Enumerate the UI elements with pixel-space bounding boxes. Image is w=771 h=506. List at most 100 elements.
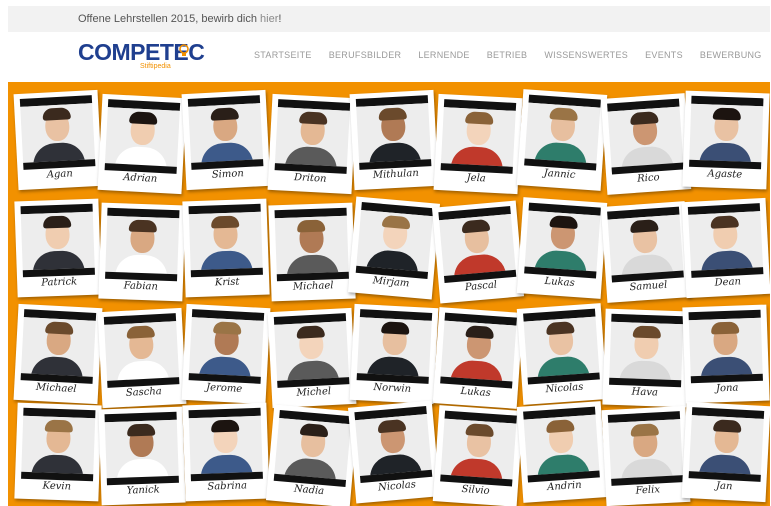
apprentice-photo-card[interactable]: Felix [601,405,691,506]
announcement-bar: Offene Lehrstellen 2015, bewirb dich hie… [8,6,770,32]
portrait-hair [461,218,491,234]
apprentice-photo-card[interactable]: Michael [13,303,103,405]
portrait-photo [104,321,180,381]
portrait-hair [129,111,158,125]
portrait-shoulders [700,356,753,377]
portrait-shoulders [699,142,752,163]
portrait-photo [274,107,350,167]
competec-logo[interactable]: COMPETEC Stiftipedia [78,38,205,74]
portrait-photo [688,317,763,377]
apprentice-name: Yanick [126,484,160,497]
apprentice-photo-card[interactable]: Mithulan [349,89,439,191]
apprentice-photo-card[interactable]: Pascal [431,200,525,304]
portrait-photo [688,415,764,475]
apprentice-photo-card[interactable]: Mirjam [347,196,441,300]
apprentice-photo-card[interactable]: Andrin [516,401,608,503]
portrait-hair [712,107,742,121]
apprentice-photo-card[interactable]: Patrick [14,198,102,298]
nav-item-bewerbung[interactable]: BEWERBUNG [700,50,762,60]
portrait-hair [44,419,74,433]
portrait-hair [42,107,71,121]
portrait-hair [299,111,328,125]
apprentice-photo-card[interactable]: Kevin [14,402,102,502]
portrait-photo [440,418,517,480]
nav-item-wissenswertes[interactable]: WISSENSWERTES [544,50,628,60]
apprentice-photo-card[interactable]: Simon [181,89,271,191]
portrait-hair [210,215,240,229]
apprentice-photo-card[interactable]: Jannic [516,89,608,191]
apply-here-link[interactable]: hier [260,13,278,25]
portrait-photo [523,414,600,476]
portrait-photo [440,107,516,167]
portrait-hair [629,111,659,126]
logo-subtitle: Stiftipedia [140,63,171,70]
apprentice-photo-card[interactable]: Nicolas [347,400,441,504]
portrait-photo [21,415,96,475]
apprentice-photo-card[interactable]: Nadia [265,404,359,506]
apprentice-photo-card[interactable]: Norwin [349,303,439,405]
nav-item-betrieb[interactable]: BETRIEB [487,50,528,60]
nav-item-events[interactable]: EVENTS [645,50,683,60]
portrait-shoulders [115,254,168,275]
nav-item-lernende[interactable]: LERNENDE [418,50,469,60]
portrait-hair [126,325,155,339]
portrait-photo [689,103,764,163]
apprentice-photo-card[interactable]: Dean [681,197,770,299]
apprentice-name: Sabrina [207,480,248,493]
portrait-photo [356,209,433,273]
apprentice-photo-card[interactable]: Silvio [432,405,524,506]
apprentice-photo-card[interactable]: Michael [268,202,356,302]
apprentice-photo-card[interactable]: Nicolas [516,303,608,405]
site-header: COMPETEC Stiftipedia STARTSEITE BERUFSBIL… [8,32,770,80]
portrait-hair [545,419,575,434]
apprentice-photo-card[interactable]: Adrian [97,93,187,195]
apprentice-photo-card[interactable]: Samuel [600,201,692,303]
apprentice-photo-wall: Agan Adrian Simon Driton Mithulan Jela Jannic R… [8,82,770,506]
portrait-hair [299,422,329,438]
portrait-photo [356,103,432,163]
apprentice-photo-card[interactable]: Driton [267,93,357,195]
apprentice-photo-card[interactable]: Jona [682,304,770,404]
apprentice-photo-card[interactable]: Jerome [181,303,271,405]
portrait-hair [630,423,659,437]
apprentice-photo-card[interactable]: Michel [267,307,357,409]
portrait-photo [188,415,263,475]
apprentice-photo-card[interactable]: Agaste [682,90,770,190]
apprentice-photo-card[interactable]: Lukas [516,197,608,299]
apprentice-photo-card[interactable]: Lukas [432,307,524,409]
apprentice-name: Kevin [42,480,72,493]
apprentice-photo-card[interactable]: Rico [600,93,692,195]
portrait-hair [296,325,325,339]
portrait-shoulders [200,454,253,475]
apprentice-photo-card[interactable]: Yanick [98,406,186,506]
portrait-photo [440,320,517,382]
portrait-hair [549,107,579,122]
portrait-photo [688,211,764,271]
apprentice-photo-card[interactable]: Hava [602,308,690,408]
portrait-hair [465,111,494,125]
apprentice-photo-card[interactable]: Sabrina [182,402,270,502]
apprentice-photo-card[interactable]: Agan [13,89,103,191]
portrait-photo [104,107,180,167]
nav-item-startseite[interactable]: STARTSEITE [254,50,312,60]
apprentice-name: Patrick [41,276,78,289]
portrait-hair [296,219,326,233]
portrait-hair [710,321,740,335]
portrait-photo [20,103,96,163]
portrait-photo [439,213,516,277]
main-nav: STARTSEITE BERUFSBILDER LERNENDE BETRIEB WIS… [254,50,771,60]
apprentice-name: Fabian [123,280,159,293]
apprentice-photo-card[interactable]: Fabian [98,202,186,302]
apprentice-photo-card[interactable]: Krist [182,198,270,298]
portrait-photo [20,211,95,271]
portrait-shoulders [619,360,672,381]
portrait-photo [608,419,684,479]
portrait-photo [607,106,684,168]
apprentice-photo-card[interactable]: Jela [433,93,523,195]
apprentice-photo-card[interactable]: Jan [681,401,770,503]
portrait-hair [381,321,410,335]
nav-item-berufsbilder[interactable]: BERUFSBILDER [329,50,402,60]
portrait-shoulders [200,250,253,271]
portrait-photo [356,317,432,377]
apprentice-photo-card[interactable]: Sascha [97,307,187,409]
